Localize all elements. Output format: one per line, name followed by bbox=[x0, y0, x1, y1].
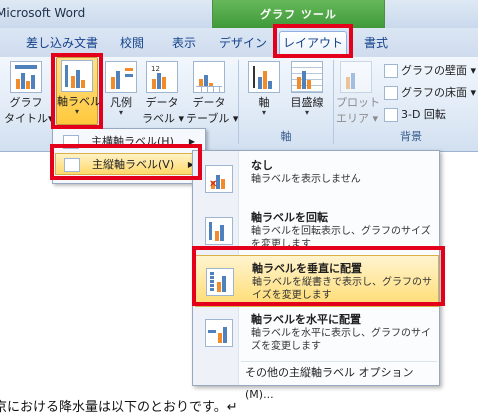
rotate-3d-button[interactable]: 3-D 回転 bbox=[384, 106, 446, 122]
gridlines-icon bbox=[291, 61, 323, 93]
gridlines-button[interactable]: 目盛線 ▾ bbox=[286, 59, 328, 117]
no-axis-label-icon: ✕ bbox=[205, 165, 233, 193]
axes-button[interactable]: 軸 ▾ bbox=[246, 59, 282, 117]
rotated-axis-label-icon bbox=[205, 217, 233, 245]
rotate-3d-icon bbox=[384, 108, 398, 122]
legend-button[interactable]: 凡例 ▾ bbox=[104, 59, 138, 117]
data-table-icon bbox=[193, 61, 225, 93]
chart-title-icon bbox=[10, 61, 42, 93]
plot-area-button[interactable]: プロット エリア ▾ bbox=[336, 59, 380, 125]
axes-icon bbox=[248, 61, 280, 93]
chart-tools-title: グラフ ツール bbox=[260, 8, 337, 21]
chart-wall-icon bbox=[384, 64, 398, 78]
tab-format[interactable]: 書式 bbox=[356, 32, 396, 54]
app-title: Microsoft Word bbox=[0, 6, 86, 20]
group-separator bbox=[238, 60, 239, 144]
chart-floor-button[interactable]: グラフの床面 ▾ bbox=[384, 84, 476, 100]
data-label-button[interactable]: 12 データ ラベル ▾ bbox=[142, 59, 184, 125]
group-label-background: 背景 bbox=[400, 130, 422, 143]
highlight-vertical-axis-label-item bbox=[50, 144, 202, 180]
group-separator bbox=[333, 60, 334, 144]
highlight-axis-label-button bbox=[51, 53, 103, 129]
highlight-vertical-title-option bbox=[192, 246, 445, 306]
chart-title-button[interactable]: グラフ タイトル▾ bbox=[4, 59, 54, 125]
tab-mailings[interactable]: 差し込み文書 bbox=[22, 32, 102, 54]
menu-item-none[interactable]: ✕ なし 軸ラベルを表示しません bbox=[195, 153, 439, 205]
data-label-icon: 12 bbox=[146, 61, 178, 93]
data-table-button[interactable]: データ テーブル ▾ bbox=[186, 59, 238, 125]
group-label-axes: 軸 bbox=[280, 130, 292, 143]
menu-item-horizontal-title[interactable]: 軸ラベルを水平に配置 軸ラベルを水平に表示し、グラフのサイズを変更します bbox=[195, 307, 439, 359]
plot-area-icon bbox=[340, 61, 372, 93]
tab-review[interactable]: 校閲 bbox=[112, 32, 152, 54]
tab-view[interactable]: 表示 bbox=[164, 32, 204, 54]
horizontal-axis-label-icon bbox=[205, 319, 233, 347]
more-vertical-axis-label-options[interactable]: その他の主縦軸ラベル オプション(M)... bbox=[241, 361, 437, 401]
highlight-layout-tab bbox=[273, 24, 353, 58]
document-body-text[interactable]: 京における降水量は以下のとおりです。↵ bbox=[0, 396, 238, 415]
chart-wall-button[interactable]: グラフの壁面 ▾ bbox=[384, 62, 476, 78]
tab-design[interactable]: デザイン bbox=[218, 32, 268, 54]
chart-floor-icon bbox=[384, 86, 398, 100]
legend-icon bbox=[105, 61, 137, 93]
